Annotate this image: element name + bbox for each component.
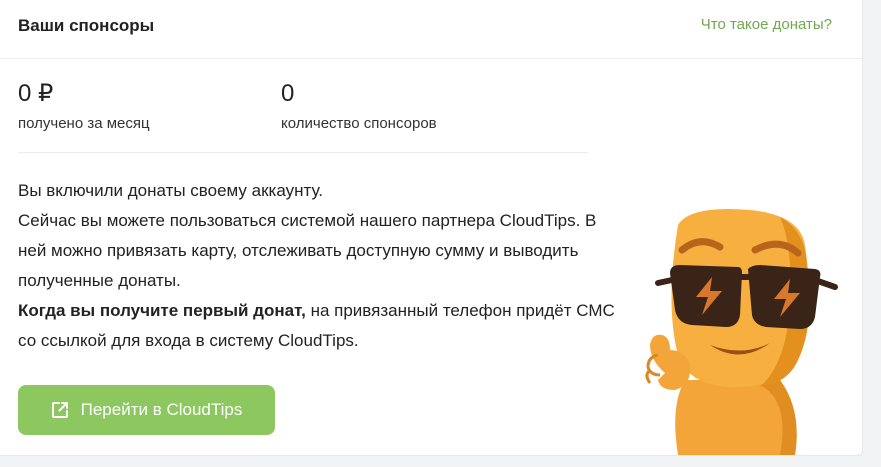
cta-label: Перейти в CloudTips: [80, 400, 243, 419]
external-link-icon: [51, 401, 69, 419]
stat-sponsors-count: 0 количество спонсоров: [281, 80, 437, 132]
description-bold: Когда вы получите первый донат,: [18, 301, 306, 320]
what-are-donations-link[interactable]: Что такое донаты?: [701, 16, 832, 33]
divider: [18, 152, 588, 153]
mascot-illustration: [630, 205, 845, 455]
stat-received-month: 0 ₽ получено за месяц: [18, 80, 150, 132]
description-partner: Сейчас вы можете пользоваться системой н…: [18, 211, 597, 290]
stat-value: 0 ₽: [18, 80, 54, 107]
stat-label: количество спонсоров: [281, 115, 437, 132]
description-first-donation: Когда вы получите первый донат, на привя…: [18, 296, 618, 356]
description-intro: Вы включили донаты своему аккаунту.: [18, 181, 324, 200]
card-header: Ваши спонсоры Что такое донаты?: [0, 0, 862, 59]
stat-label: получено за месяц: [18, 115, 150, 132]
sponsors-card: Ваши спонсоры Что такое донаты? 0 ₽ полу…: [0, 0, 863, 456]
description: Вы включили донаты своему аккаунту. Сейч…: [18, 176, 618, 356]
card-title: Ваши спонсоры: [18, 16, 155, 35]
go-to-cloudtips-button[interactable]: Перейти в CloudTips: [18, 385, 275, 435]
stat-value: 0: [281, 80, 295, 107]
